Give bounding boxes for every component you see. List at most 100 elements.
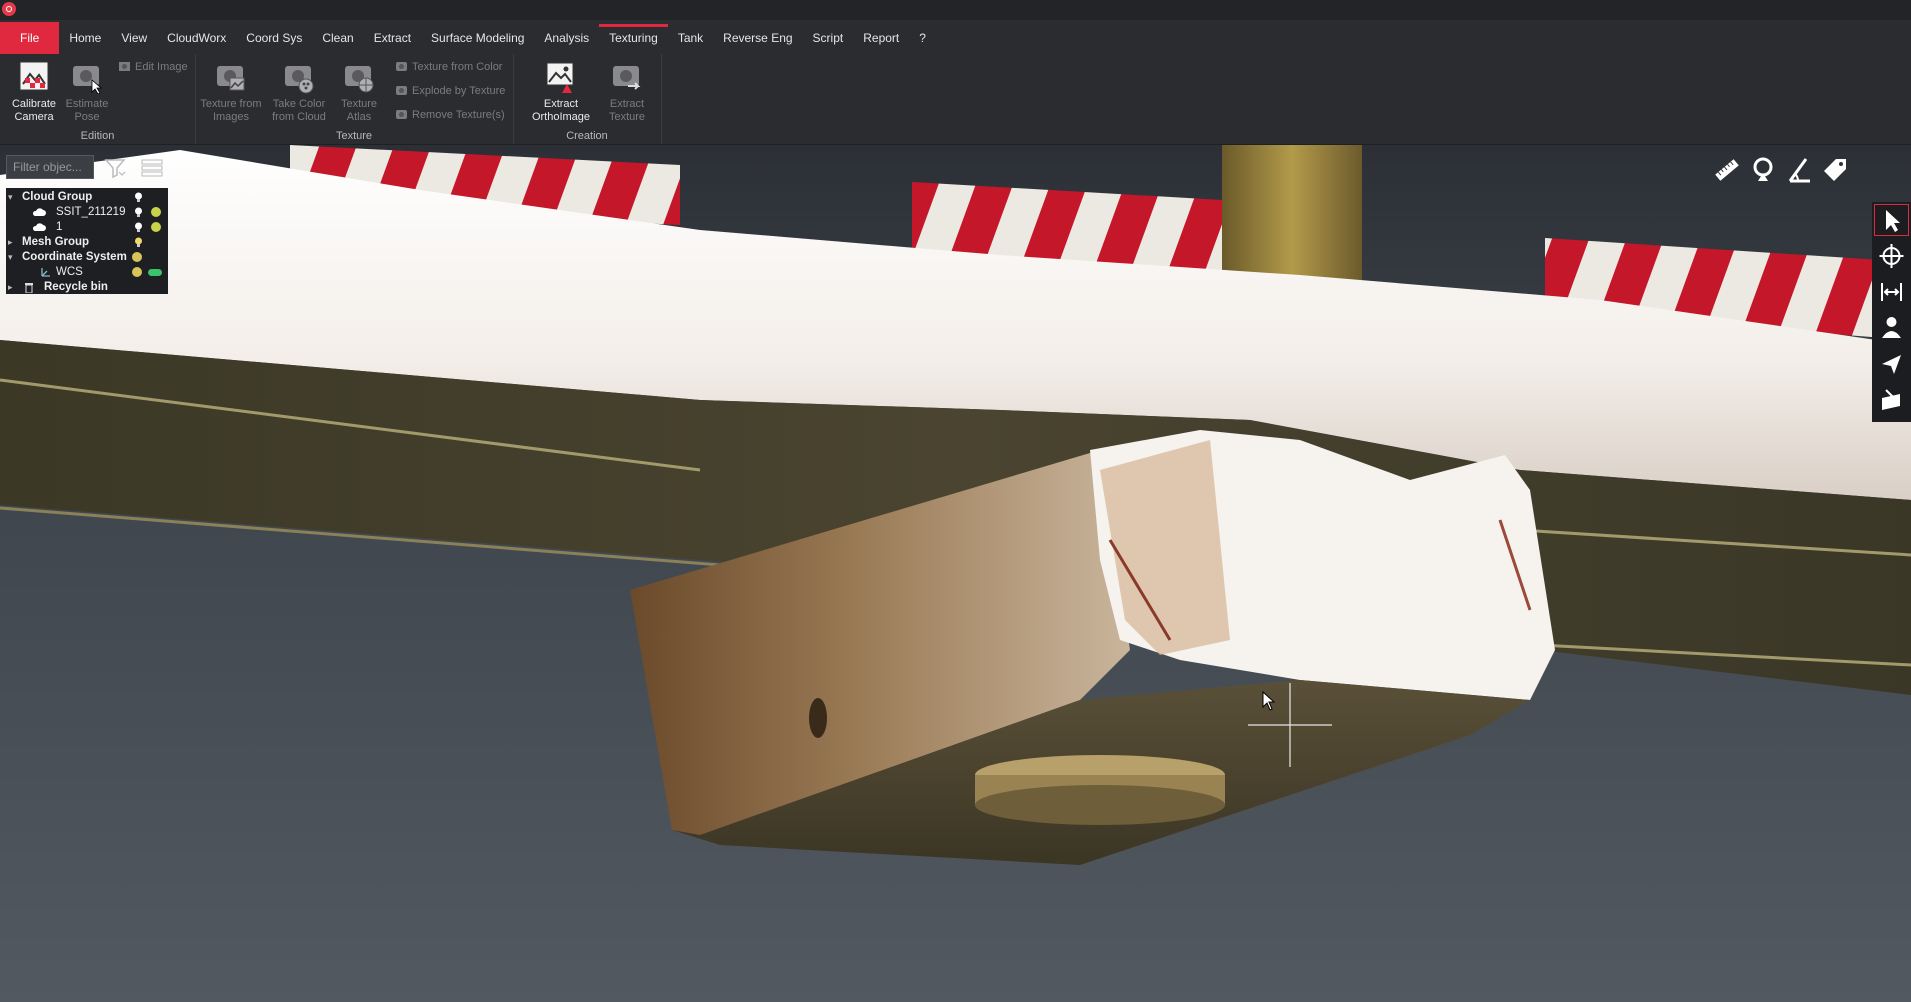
clipping-box-icon[interactable] [1872,382,1911,418]
visibility-bulb-icon[interactable] [134,237,143,248]
edit-image-label: Edit Image [135,60,188,73]
tree-item-cloud-group[interactable]: ▾ Cloud Group [6,190,168,205]
expand-arrow-icon[interactable]: ▸ [8,235,13,250]
fly-mode-icon[interactable] [1872,346,1911,382]
filter-objects-input[interactable] [6,155,94,179]
take-color-from-cloud-button[interactable]: Take Color from Cloud [268,60,330,124]
ribbon-group-creation: Extract OrthoImage Extract Texture Creat… [513,54,662,144]
tree-item-wcs[interactable]: WCS [6,265,168,280]
status-icon [151,207,161,217]
extract-texture-button[interactable]: Extract Texture [596,60,658,124]
fit-view-icon[interactable] [1872,274,1911,310]
menu-tab-help[interactable]: ? [909,22,936,54]
texture-atlas-button[interactable]: Texture Atlas [328,60,390,124]
extract-orthoimage-button[interactable]: Extract OrthoImage [528,60,594,124]
status-icon [151,222,161,232]
menu-tab-script[interactable]: Script [803,22,854,54]
texture-from-color-button[interactable]: Texture from Color [395,60,502,73]
3d-viewport[interactable] [0,145,1911,1002]
layers-icon[interactable] [140,158,164,178]
measure-toolbar [1712,155,1862,185]
texture-group-label: Texture [335,130,373,142]
menu-tab-surface-modeling[interactable]: Surface Modeling [421,22,534,54]
texture-from-images-label: Texture from Images [200,98,262,123]
extract-orthoimage-icon [546,62,574,93]
estimate-pose-button[interactable]: Estimate Pose [56,60,118,124]
walk-mode-icon[interactable] [1872,310,1911,346]
tree-item-cloud[interactable]: SSIT_211219 [6,205,168,220]
expand-arrow-icon[interactable]: ▸ [8,280,13,295]
texture-from-images-icon [217,66,245,91]
take-color-from-cloud-icon [285,66,314,94]
creation-group-label: Creation [566,130,608,142]
menu-tab-coord-sys[interactable]: Coord Sys [236,22,312,54]
remove-texture-icon [396,110,407,119]
menu-tab-clean[interactable]: Clean [312,22,363,54]
calibrate-camera-icon [19,61,49,91]
title-bar [0,0,1911,20]
menu-tab-reverse-eng[interactable]: Reverse Eng [713,22,802,54]
extract-texture-icon [613,66,641,90]
remove-textures-label: Remove Texture(s) [412,108,505,121]
ribbon: Calibrate Camera Estimate Pose Edit Imag… [0,54,1911,145]
estimate-pose-icon [73,66,103,94]
axes-icon [41,268,50,277]
edit-image-button[interactable]: Edit Image [118,60,188,73]
tree-item-mesh-group[interactable]: ▸ Mesh Group [6,235,168,250]
object-tree: ▾ Cloud Group SSIT_211219 1 ▸ Mesh Group… [6,188,168,294]
cloud-icon [32,208,46,216]
tree-label: 1 [56,221,63,233]
expand-arrow-icon[interactable]: ▾ [8,250,13,265]
expand-arrow-icon[interactable]: ▾ [8,190,13,205]
tag-icon[interactable] [1820,155,1850,185]
texture-atlas-label: Texture Atlas [340,98,378,123]
remove-textures-button[interactable]: Remove Texture(s) [395,108,505,121]
texture-from-images-button[interactable]: Texture from Images [200,60,262,124]
visibility-bulb-icon[interactable] [134,192,143,203]
angle-measure-icon[interactable] [1784,155,1814,185]
tree-item-recycle-bin[interactable]: ▸ Recycle bin [6,280,168,295]
lock-icon[interactable] [132,252,142,262]
menu-tab-analysis[interactable]: Analysis [534,22,599,54]
explode-by-texture-button[interactable]: Explode by Texture [395,84,505,97]
visibility-bulb-icon[interactable] [134,222,143,233]
menu-tab-tank[interactable]: Tank [668,22,713,54]
pin-measure-icon[interactable] [1748,155,1778,185]
ribbon-group-edition: Calibrate Camera Estimate Pose Edit Imag… [0,54,196,144]
app-logo-icon [2,2,16,16]
estimate-pose-label: Estimate Pose [65,98,109,123]
edit-image-icon [119,62,130,71]
menu-tab-extract[interactable]: Extract [364,22,421,54]
tree-label: Mesh Group [22,236,90,248]
explode-by-texture-icon [396,86,407,95]
explode-by-texture-label: Explode by Texture [412,84,506,97]
tree-label: Recycle bin [44,281,108,293]
textured-mesh-scene [0,145,1911,1002]
toggle-switch[interactable] [148,269,162,276]
ruler-icon[interactable] [1712,155,1742,185]
menu-tab-view[interactable]: View [111,22,157,54]
menu-tab-file[interactable]: File [0,22,60,54]
menu-tab-home[interactable]: Home [59,22,111,54]
calibrate-camera-label: Calibrate Camera [11,98,57,123]
extract-texture-label: Extract Texture [608,98,646,123]
tree-item-cloud[interactable]: 1 [6,220,168,235]
tree-item-coordinate-system[interactable]: ▾ Coordinate System [6,250,168,265]
menu-tab-cloudworx[interactable]: CloudWorx [157,22,236,54]
mouse-pointer-icon [1262,691,1276,711]
menu-tab-report[interactable]: Report [853,22,909,54]
lock-icon[interactable] [132,267,142,277]
ribbon-group-texture: Texture from Images Take Color from Clou… [195,54,514,144]
orbit-icon[interactable] [1872,238,1911,274]
texture-from-color-label: Texture from Color [412,60,503,73]
select-arrow-icon[interactable] [1872,202,1911,238]
crosshair-cursor-icon [1248,683,1332,767]
tree-label: SSIT_211219 [56,206,126,218]
recycle-bin-icon [25,283,33,293]
cloud-icon [32,223,46,231]
menu-tab-texturing[interactable]: Texturing [599,22,668,54]
navigation-toolbar [1872,202,1911,422]
take-color-from-cloud-label: Take Color from Cloud [272,98,326,123]
visibility-bulb-icon[interactable] [134,207,143,218]
filter-icon[interactable] [104,158,126,178]
